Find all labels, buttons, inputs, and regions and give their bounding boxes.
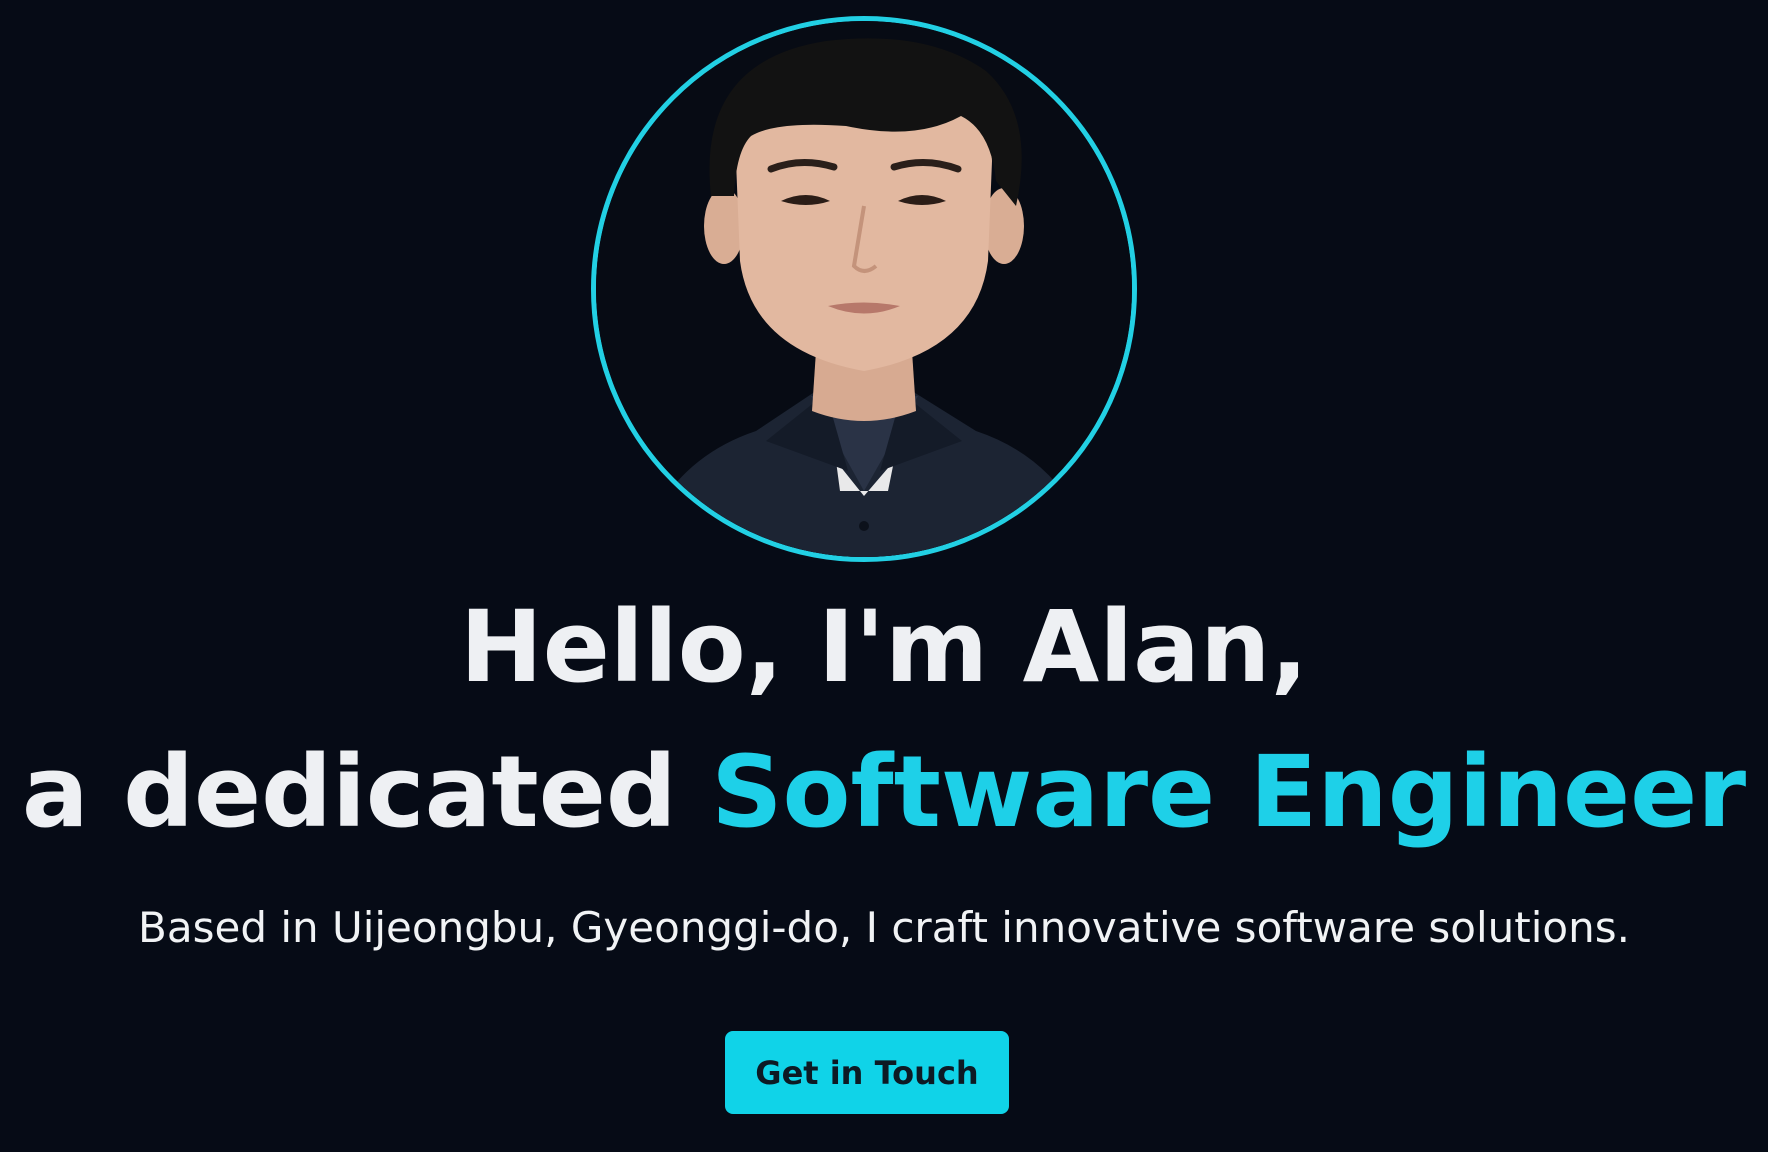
hero-subtitle: Based in Uijeongbu, Gyeonggi-do, I craft… (138, 903, 1630, 952)
headline-role-highlight: Software Engineer (711, 735, 1747, 850)
headline-greeting: Hello, I'm Alan, (459, 590, 1309, 705)
portrait-image (596, 21, 1132, 557)
profile-avatar (591, 16, 1137, 562)
headline-role-prefix: a dedicated (21, 735, 712, 850)
get-in-touch-button[interactable]: Get in Touch (725, 1031, 1009, 1114)
hero-section: Hello, I'm Alan, a dedicated Software En… (0, 0, 1768, 1152)
headline-role: a dedicated Software Engineer (0, 735, 1768, 850)
